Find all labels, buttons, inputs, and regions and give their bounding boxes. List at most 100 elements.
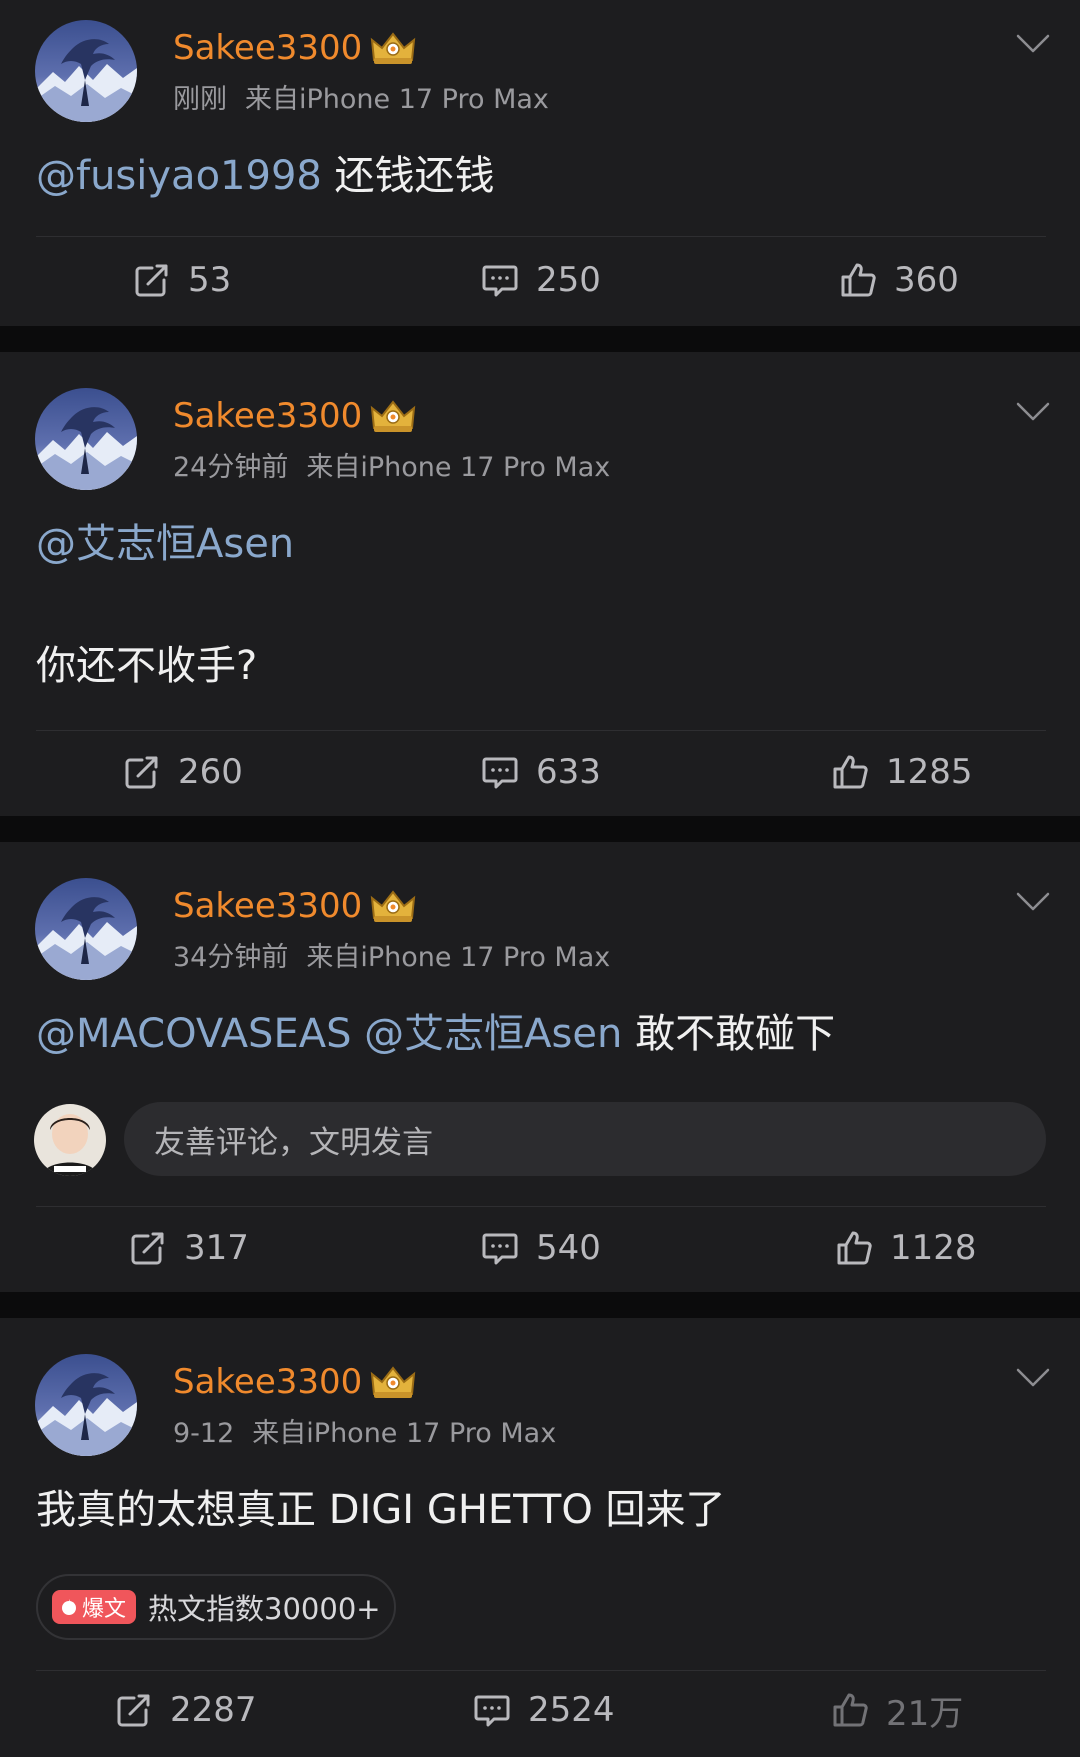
post-meta: 24分钟前 来自iPhone 17 Pro Max [173,452,610,484]
action-bar: 53 250 360 [0,250,1080,310]
thumbs-up-icon [830,1690,870,1730]
like-count: 21万 [886,1693,964,1734]
username-row[interactable]: Sakee3300 [173,886,416,926]
repost-count: 53 [188,260,232,300]
repost-icon [122,752,162,792]
chevron-down-icon[interactable] [1016,34,1050,54]
my-avatar[interactable] [34,1104,106,1176]
divider [36,1206,1046,1207]
like-button[interactable]: 21万 [830,1680,963,1740]
post-source: 来自iPhone 17 Pro Max [306,452,611,483]
comment-count: 633 [536,752,601,792]
crown-badge-icon [370,398,416,434]
flame-icon [62,1599,76,1615]
crown-badge-icon [370,1364,416,1400]
post-separator [0,326,1080,352]
like-button[interactable]: 360 [838,250,959,310]
repost-icon [132,260,172,300]
comment-icon [480,752,520,792]
comment-button[interactable]: 540 [480,1218,601,1278]
hot-tag-label: 爆文 [82,1597,127,1622]
crown-badge-icon [370,888,416,924]
hot-tag: 爆文 [52,1590,137,1624]
avatar[interactable] [35,878,137,980]
comment-count: 2524 [528,1690,615,1730]
post-time: 24分钟前 [173,452,289,483]
quick-comment-row: 友善评论，文明发言 [34,1102,1046,1178]
comment-count: 540 [536,1228,601,1268]
avatar[interactable] [35,388,137,490]
post-body: 还钱还钱 [321,153,495,199]
thumbs-up-icon [838,260,878,300]
username[interactable]: Sakee3300 [173,28,362,68]
divider [36,1670,1046,1671]
repost-button[interactable]: 317 [128,1218,249,1278]
comment-button[interactable]: 2524 [472,1680,615,1740]
post-meta: 34分钟前 来自iPhone 17 Pro Max [173,942,610,974]
post-text-line: 你还不收手? [36,643,258,689]
action-bar: 260 633 1285 [0,742,1080,802]
repost-count: 260 [178,752,243,792]
like-count: 1128 [890,1228,977,1268]
comment-button[interactable]: 250 [480,250,601,310]
post-source: 来自iPhone 17 Pro Max [252,1418,557,1449]
username-row[interactable]: Sakee3300 [173,28,416,68]
thumbs-up-icon [830,752,870,792]
comment-icon [480,260,520,300]
like-button[interactable]: 1285 [830,742,973,802]
post-text: @fusiyao1998 还钱还钱 [36,152,495,200]
repost-count: 2287 [170,1690,257,1730]
username-row[interactable]: Sakee3300 [173,1362,416,1402]
post-card: Sakee3300 刚刚 来自iPhone 17 Pro Max @fusiyao… [0,0,1080,326]
post-source: 来自iPhone 17 Pro Max [245,84,549,115]
action-bar: 2287 2524 21万 [0,1680,1080,1740]
repost-count: 317 [184,1228,249,1268]
repost-button[interactable]: 2287 [114,1680,257,1740]
post-separator [0,1292,1080,1318]
post-time: 刚刚 [173,84,227,115]
chevron-down-icon[interactable] [1016,402,1050,422]
weibo-feed: Sakee3300 刚刚 来自iPhone 17 Pro Max @fusiyao… [0,0,1080,1757]
mention-link[interactable]: @MACOVASEAS @艾志恒Asen [36,1011,622,1057]
divider [36,236,1046,237]
post-separator [0,816,1080,842]
hot-article-badge[interactable]: 爆文 热文指数30000+ [36,1574,396,1640]
username[interactable]: Sakee3300 [173,886,362,926]
mention-link[interactable]: @fusiyao1998 [36,153,322,199]
like-count: 1285 [886,752,973,792]
comment-icon [480,1228,520,1268]
repost-icon [128,1228,168,1268]
comment-input[interactable]: 友善评论，文明发言 [124,1102,1046,1176]
username[interactable]: Sakee3300 [173,396,362,436]
avatar[interactable] [35,20,137,122]
post-time: 34分钟前 [173,942,289,973]
avatar[interactable] [35,1354,137,1456]
chevron-down-icon[interactable] [1016,892,1050,912]
comment-icon [472,1690,512,1730]
like-button[interactable]: 1128 [834,1218,977,1278]
post-time: 9-12 [173,1418,235,1449]
comment-count: 250 [536,260,601,300]
like-count: 360 [894,260,959,300]
action-bar: 317 540 1128 [0,1218,1080,1278]
post-meta: 9-12 来自iPhone 17 Pro Max [173,1418,556,1450]
hot-index-text: 热文指数30000+ [148,1592,381,1626]
chevron-down-icon[interactable] [1016,1368,1050,1388]
post-card: Sakee3300 24分钟前 来自iPhone 17 Pro Max @艾志恒A… [0,352,1080,816]
repost-icon [114,1690,154,1730]
post-source: 来自iPhone 17 Pro Max [306,942,611,973]
post-text: 我真的太想真正 DIGI GHETTO 回来了 [36,1487,726,1533]
post-body: 敢不敢碰下 [622,1011,836,1057]
post-meta: 刚刚 来自iPhone 17 Pro Max [173,84,549,116]
divider [36,730,1046,731]
post-text: @艾志恒Asen [36,520,294,568]
username[interactable]: Sakee3300 [173,1362,362,1402]
repost-button[interactable]: 260 [122,742,243,802]
mention-link[interactable]: @艾志恒Asen [36,521,294,567]
post-card: Sakee3300 9-12 来自iPhone 17 Pro Max 我真的太想真… [0,1318,1080,1757]
repost-button[interactable]: 53 [132,250,231,310]
post-card: Sakee3300 34分钟前 来自iPhone 17 Pro Max @MACO… [0,842,1080,1292]
username-row[interactable]: Sakee3300 [173,396,416,436]
comment-button[interactable]: 633 [480,742,601,802]
post-text: @MACOVASEAS @艾志恒Asen 敢不敢碰下 [36,1010,835,1058]
